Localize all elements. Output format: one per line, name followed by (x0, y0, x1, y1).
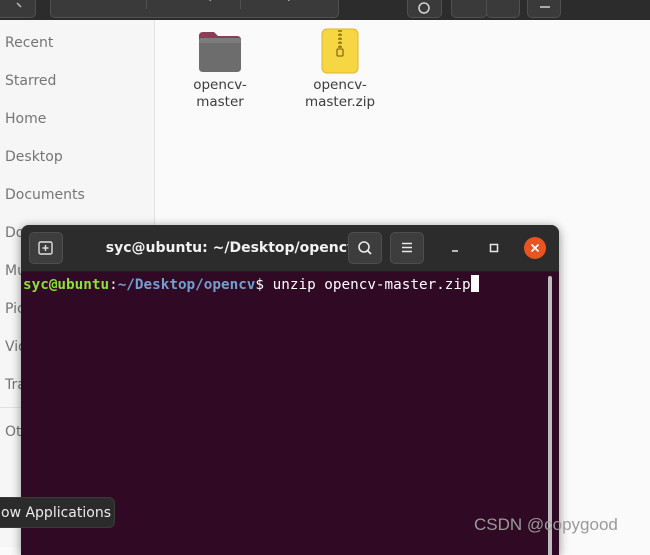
sidebar-item-home[interactable]: Home (5, 111, 46, 127)
sidebar-item-recent[interactable]: Recent (5, 35, 53, 51)
maximize-icon (489, 243, 499, 253)
file-name: opencv-master (193, 77, 247, 110)
prompt-separator: : (109, 277, 118, 293)
breadcrumb: Home Desktop opencv (50, 0, 339, 18)
search-icon (418, 2, 430, 14)
show-applications-tooltip: ow Applications (0, 497, 115, 528)
prompt-user: syc@ubuntu (23, 277, 110, 293)
menu-button[interactable] (527, 0, 561, 18)
command-text: unzip opencv-master.zip (272, 277, 471, 293)
minimize-icon (452, 250, 458, 252)
watermark: CSDN @copygood (474, 515, 618, 534)
sidebar-item-other-locations[interactable]: Ot (5, 424, 22, 440)
minimize-button[interactable] (445, 238, 465, 258)
search-button[interactable] (407, 0, 442, 18)
chevron-right-icon (16, 2, 22, 8)
file-item-zip[interactable]: opencv-master.zip (295, 27, 385, 111)
close-button[interactable] (524, 237, 546, 259)
breadcrumb-home[interactable]: Home (51, 0, 147, 9)
file-manager-header: Home Desktop opencv (0, 0, 650, 20)
breadcrumb-desktop[interactable]: Desktop (147, 0, 241, 9)
maximize-button[interactable] (484, 238, 504, 258)
search-icon (358, 241, 372, 255)
new-tab-button[interactable] (29, 232, 63, 264)
new-tab-icon (38, 241, 53, 255)
breadcrumb-opencv[interactable]: opencv (241, 0, 338, 9)
command-line: syc@ubuntu:~/Desktop/opencv$ unzip openc… (23, 275, 479, 295)
hamburger-icon (540, 6, 550, 8)
back-button[interactable] (0, 0, 36, 18)
terminal-titlebar: syc@ubuntu: ~/Desktop/opencv (21, 225, 559, 272)
sidebar-item-starred[interactable]: Starred (5, 73, 56, 89)
folder-icon (199, 32, 241, 72)
close-icon (530, 243, 540, 253)
zip-archive-icon (321, 28, 359, 74)
sidebar-item-documents[interactable]: Documents (5, 187, 85, 203)
file-name: opencv-master.zip (304, 77, 376, 110)
view-list-button[interactable] (451, 0, 487, 18)
terminal-search-button[interactable] (348, 232, 382, 264)
terminal-title: syc@ubuntu: ~/Desktop/opencv (105, 240, 357, 256)
file-item-folder[interactable]: opencv-master (175, 27, 265, 111)
prompt-symbol: $ (255, 277, 273, 293)
terminal-scrollbar[interactable] (548, 276, 552, 555)
sidebar-item-desktop[interactable]: Desktop (5, 149, 63, 165)
prompt-path: ~/Desktop/opencv (117, 277, 256, 293)
hamburger-icon (402, 242, 412, 253)
text-cursor (470, 275, 479, 292)
terminal-menu-button[interactable] (390, 232, 424, 264)
view-options-button[interactable] (486, 0, 520, 18)
